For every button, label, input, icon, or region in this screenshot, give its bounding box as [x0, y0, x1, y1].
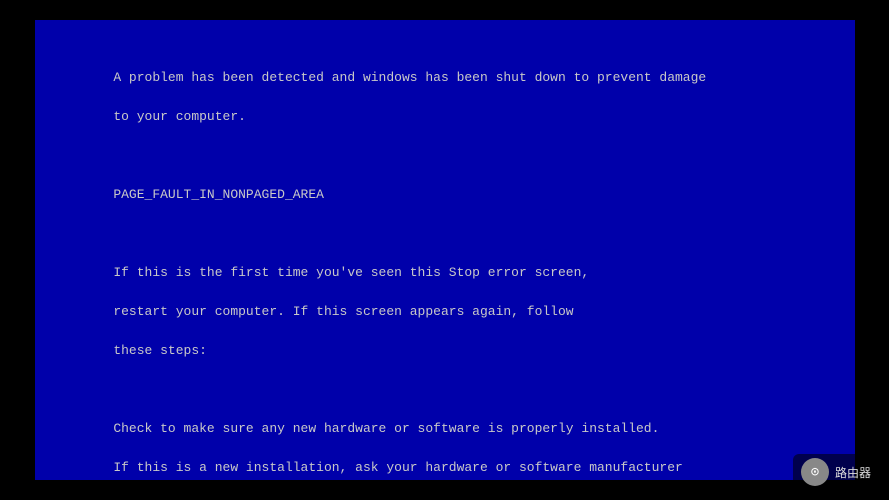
- first-time-1: If this is the first time you've seen th…: [113, 265, 589, 280]
- watermark-icon: ⊙: [801, 458, 829, 486]
- first-time-3: these steps:: [113, 343, 207, 358]
- line2: to your computer.: [113, 109, 246, 124]
- watermark: ⊙ 路由器: [793, 454, 879, 490]
- check-2: If this is a new installation, ask your …: [113, 460, 683, 475]
- first-time-2: restart your computer. If this screen ap…: [113, 304, 573, 319]
- watermark-text: 路由器: [835, 464, 871, 481]
- bsod-screen: A problem has been detected and windows …: [35, 20, 855, 480]
- line1: A problem has been detected and windows …: [113, 70, 706, 85]
- error-code: PAGE_FAULT_IN_NONPAGED_AREA: [113, 187, 324, 202]
- bsod-text: A problem has been detected and windows …: [67, 48, 823, 480]
- screen-container: A problem has been detected and windows …: [0, 0, 889, 500]
- watermark-icon-symbol: ⊙: [811, 464, 819, 481]
- check-1: Check to make sure any new hardware or s…: [113, 421, 659, 436]
